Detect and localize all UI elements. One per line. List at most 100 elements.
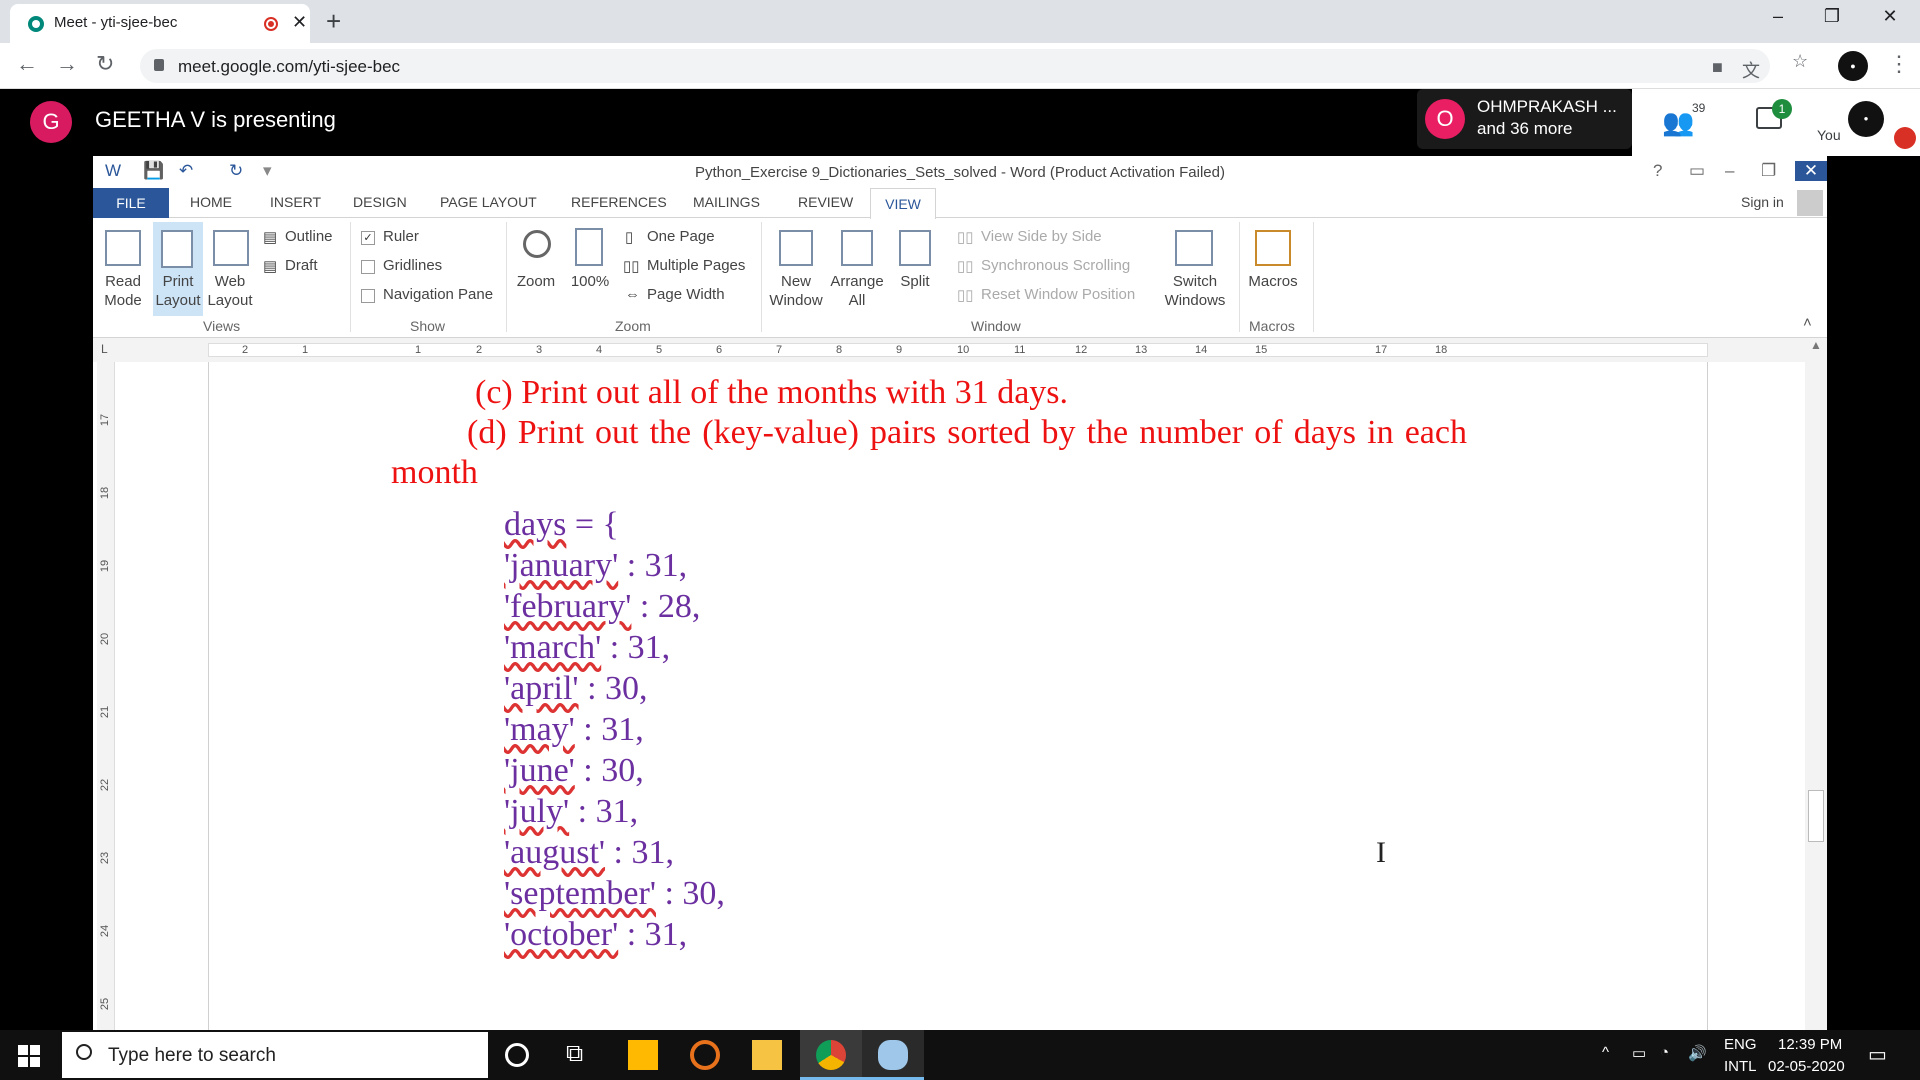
vruler-tick-label: 24 — [99, 924, 112, 938]
ruler-checkbox[interactable]: ✓ — [361, 231, 375, 245]
macros-button[interactable]: Macros — [1243, 272, 1303, 291]
meet-header: G GEETHA V is presenting O OHMPRAKASH ..… — [0, 89, 1920, 156]
document-page[interactable]: (c) Print out all of the months with 31 … — [208, 362, 1708, 1030]
draft-button[interactable]: Draft — [285, 257, 318, 274]
tab-view[interactable]: VIEW — [870, 188, 936, 219]
view-side-by-side-button[interactable]: View Side by Side — [981, 228, 1102, 245]
meet-favicon-icon — [28, 16, 44, 32]
participants-chip[interactable]: O OHMPRAKASH ... and 36 more — [1417, 89, 1632, 149]
tab-file[interactable]: FILE — [93, 188, 169, 218]
ruler-tick-label: 14 — [1195, 344, 1208, 356]
translate-icon[interactable]: 文 — [1742, 57, 1760, 83]
switch-windows-button[interactable]: Switch Windows — [1155, 272, 1235, 310]
view-side-by-side-icon: ▯▯ — [957, 229, 974, 246]
tab-insert[interactable]: INSERT — [270, 194, 321, 210]
gridlines-checkbox[interactable] — [361, 260, 375, 274]
task-view-icon[interactable]: ⧉ — [566, 1040, 596, 1070]
browser-tab-strip: Meet - yti-sjee-bec ✕ + – ❐ ✕ — [0, 0, 1920, 43]
page-width-button[interactable]: Page Width — [647, 286, 725, 303]
word-close-button[interactable]: ✕ — [1795, 161, 1827, 181]
meet-tab[interactable]: Meet - yti-sjee-bec ✕ — [10, 4, 310, 43]
ribbon-display-options-icon[interactable]: ▭ — [1689, 161, 1705, 181]
code-key: 'may' — [504, 711, 575, 748]
navigation-pane-checkbox[interactable] — [361, 289, 375, 303]
close-tab-icon[interactable]: ✕ — [292, 12, 307, 33]
zoom-button[interactable]: Zoom — [511, 272, 561, 291]
scrollbar-thumb[interactable] — [1808, 790, 1824, 842]
media-player-icon[interactable] — [690, 1040, 720, 1070]
multiple-pages-button[interactable]: Multiple Pages — [647, 257, 745, 274]
file-explorer-icon[interactable] — [752, 1040, 782, 1070]
zoom-100-button[interactable]: 100% — [565, 272, 615, 291]
ruler-tick-label: 7 — [776, 344, 783, 356]
new-tab-button[interactable]: + — [326, 6, 341, 37]
mic-off-icon[interactable] — [1894, 127, 1916, 149]
notifications-icon[interactable]: ▭ — [1868, 1042, 1887, 1067]
tab-design[interactable]: DESIGN — [353, 194, 407, 210]
camera-icon[interactable]: ■ — [1712, 57, 1723, 78]
clock-time[interactable]: 12:39 PM — [1778, 1036, 1842, 1053]
document-title: Python_Exercise 9_Dictionaries_Sets_solv… — [695, 164, 1225, 181]
minimize-window-button[interactable]: – — [1758, 6, 1798, 27]
address-bar[interactable]: meet.google.com/yti-sjee-bec ■ 文 — [140, 49, 1770, 83]
store-icon[interactable] — [628, 1040, 658, 1070]
url-text: meet.google.com/yti-sjee-bec — [178, 57, 401, 76]
ruler-tick-label: 3 — [536, 344, 543, 356]
tab-references[interactable]: REFERENCES — [571, 194, 667, 210]
close-window-button[interactable]: ✕ — [1870, 6, 1910, 27]
reset-window-position-button[interactable]: Reset Window Position — [981, 286, 1135, 303]
tab-review[interactable]: REVIEW — [798, 194, 853, 210]
tab-selector-icon[interactable]: L — [101, 342, 108, 356]
restore-window-button[interactable]: ❐ — [1812, 6, 1852, 27]
language-eng[interactable]: ENG — [1724, 1036, 1757, 1053]
you-label: You — [1817, 127, 1841, 143]
profile-avatar[interactable]: ● — [1838, 51, 1868, 81]
bookmark-star-icon[interactable]: ☆ — [1792, 51, 1808, 72]
people-icon[interactable]: 👥 — [1662, 107, 1694, 138]
participant-more: and 36 more — [1477, 119, 1573, 138]
chrome-icon[interactable] — [816, 1040, 846, 1070]
help-button[interactable]: ? — [1653, 161, 1662, 181]
code-line: 'january' : 31, — [504, 547, 687, 585]
vertical-scrollbar[interactable]: ▲ — [1805, 338, 1827, 1030]
divider — [1313, 222, 1314, 332]
arrange-all-button[interactable]: Arrange All — [827, 272, 887, 310]
collapse-ribbon-icon[interactable]: ˄ — [1803, 314, 1812, 331]
code-key: 'march' — [504, 629, 602, 666]
language-intl[interactable]: INTL — [1724, 1058, 1757, 1075]
paint-icon[interactable] — [878, 1040, 908, 1070]
back-button[interactable]: ← — [16, 51, 38, 77]
presenter-avatar: G — [30, 101, 72, 143]
cortana-icon[interactable] — [505, 1043, 529, 1067]
one-page-button[interactable]: One Page — [647, 228, 715, 245]
volume-icon[interactable]: 🔊 — [1688, 1044, 1707, 1062]
tab-mailings[interactable]: MAILINGS — [693, 194, 760, 210]
word-restore-button[interactable]: ❐ — [1761, 161, 1776, 181]
horizontal-ruler[interactable]: L 2 1 1 2 3 4 5 6 7 8 9 10 11 12 13 14 15 17 18 — [93, 338, 1827, 362]
code-key: days — [504, 506, 567, 543]
print-layout-button[interactable]: Print Layout — [151, 272, 205, 310]
read-mode-button[interactable]: Read Mode — [95, 272, 151, 310]
tray-expand-icon[interactable]: ^ — [1602, 1044, 1609, 1061]
word-minimize-button[interactable]: – — [1725, 161, 1734, 181]
web-layout-button[interactable]: Web Layout — [203, 272, 257, 310]
start-button[interactable] — [18, 1045, 40, 1067]
battery-icon[interactable]: ▭ — [1632, 1044, 1646, 1062]
tab-page-layout[interactable]: PAGE LAYOUT — [440, 194, 537, 210]
reload-button[interactable]: ↻ — [96, 51, 114, 77]
divider — [1239, 222, 1240, 332]
divider — [506, 222, 507, 332]
synchronous-scrolling-button[interactable]: Synchronous Scrolling — [981, 257, 1130, 274]
outline-button[interactable]: Outline — [285, 228, 333, 245]
split-button[interactable]: Split — [889, 272, 941, 291]
new-window-button[interactable]: New Window — [765, 272, 827, 310]
print-layout-icon — [161, 230, 193, 268]
tab-home[interactable]: HOME — [190, 194, 232, 210]
network-icon[interactable]: ◔ — [1660, 1044, 1669, 1061]
menu-icon[interactable]: ⋮ — [1888, 51, 1910, 77]
clock-date[interactable]: 02-05-2020 — [1768, 1058, 1845, 1075]
scroll-up-icon[interactable]: ▲ — [1810, 338, 1822, 352]
taskbar-search-box[interactable]: Type here to search — [62, 1032, 488, 1078]
sign-in-link[interactable]: Sign in — [1741, 194, 1784, 210]
forward-button[interactable]: → — [56, 51, 78, 77]
